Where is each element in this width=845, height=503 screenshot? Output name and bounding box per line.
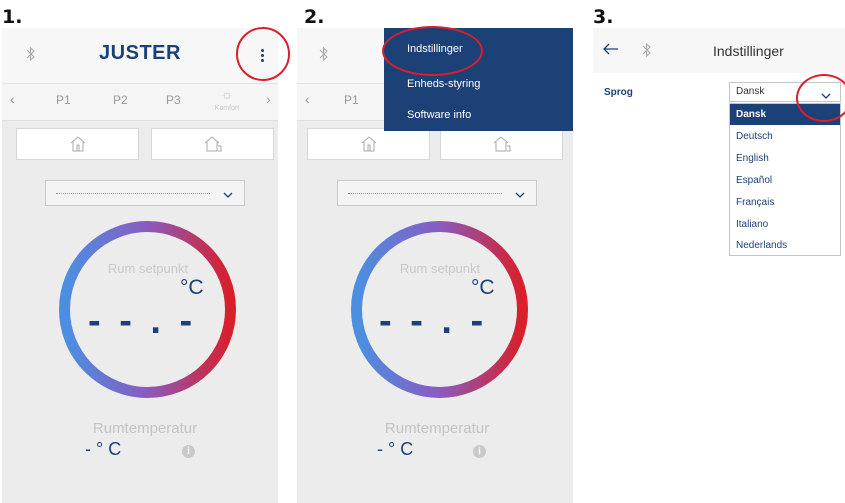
mode-select[interactable] xyxy=(337,180,537,206)
arrow-left-icon[interactable] xyxy=(603,40,619,60)
bluetooth-icon xyxy=(640,42,654,60)
mode-select[interactable] xyxy=(45,180,245,206)
house-away-icon xyxy=(493,136,510,152)
tab-p2[interactable]: P2 xyxy=(113,93,128,107)
language-option-deutsch[interactable]: Deutsch xyxy=(730,126,840,147)
settings-header: Indstillinger xyxy=(593,28,845,73)
menu-item-device-control[interactable]: Enheds-styring xyxy=(407,78,480,90)
setpoint-unit: °C xyxy=(471,276,495,299)
chevron-down-icon xyxy=(514,187,526,205)
setpoint-label: Rum setpunkt xyxy=(107,261,189,276)
tab-p1[interactable]: P1 xyxy=(344,93,359,107)
setpoint-label: Rum setpunkt xyxy=(399,261,481,276)
bluetooth-icon xyxy=(317,46,331,64)
language-options: Dansk Deutsch English Español Français I… xyxy=(729,103,841,256)
home-icon xyxy=(70,136,85,152)
tab-p1[interactable]: P1 xyxy=(56,93,71,107)
step-number-3: 3. xyxy=(593,6,614,28)
profile-tabs: ‹ P1 P2 P3 ☼ Komfort › xyxy=(2,83,278,121)
chevron-down-icon xyxy=(222,187,234,205)
room-temp-value: - ° C xyxy=(85,439,122,459)
language-option-english[interactable]: English xyxy=(730,148,840,169)
room-temp-value: - ° C xyxy=(377,439,414,459)
setpoint-value: - - . - xyxy=(379,300,488,342)
sun-icon: ☼ xyxy=(220,86,234,102)
komfort-label: Komfort xyxy=(214,105,240,112)
highlight-circle-settings xyxy=(382,26,483,76)
chevron-right-icon[interactable]: › xyxy=(266,91,271,107)
home-icon xyxy=(361,136,376,152)
language-option-italiano[interactable]: Italiano xyxy=(730,214,840,235)
step-number-1: 1. xyxy=(2,6,23,28)
info-icon[interactable]: i xyxy=(182,445,195,458)
tab-p3[interactable]: P3 xyxy=(166,93,181,107)
language-selected-value: Dansk xyxy=(736,86,765,97)
away-mode-button[interactable] xyxy=(151,128,274,160)
select-placeholder xyxy=(348,193,502,194)
info-icon[interactable]: i xyxy=(473,445,486,458)
chevron-left-icon[interactable]: ‹ xyxy=(305,91,310,107)
settings-title: Indstillinger xyxy=(713,43,784,59)
select-placeholder xyxy=(56,193,210,194)
setpoint-value: - - . - xyxy=(88,300,197,342)
language-option-francais[interactable]: Français xyxy=(730,192,840,213)
phone-screen-main: JUSTER ‹ P1 P2 P3 ☼ Komfort › Rum setpun… xyxy=(2,28,278,503)
house-away-icon xyxy=(204,136,221,152)
room-temp-label: Rumtemperatur xyxy=(384,420,490,437)
setpoint-unit: °C xyxy=(180,276,204,299)
language-label: Sprog xyxy=(604,87,633,98)
highlight-circle-menu xyxy=(236,27,290,81)
tab-komfort[interactable]: ☼ Komfort xyxy=(212,87,242,116)
language-option-espanol[interactable]: Español xyxy=(730,170,840,191)
home-mode-button[interactable] xyxy=(16,128,139,160)
room-temp-label: Rumtemperatur xyxy=(92,420,198,437)
home-mode-button[interactable] xyxy=(307,128,430,160)
step-number-2: 2. xyxy=(304,6,325,28)
menu-item-software-info[interactable]: Software info xyxy=(407,109,471,121)
away-mode-button[interactable] xyxy=(440,128,563,160)
highlight-circle-dropdown xyxy=(796,74,845,122)
chevron-left-icon[interactable]: ‹ xyxy=(10,91,15,107)
language-option-nederlands[interactable]: Nederlands xyxy=(730,235,840,256)
